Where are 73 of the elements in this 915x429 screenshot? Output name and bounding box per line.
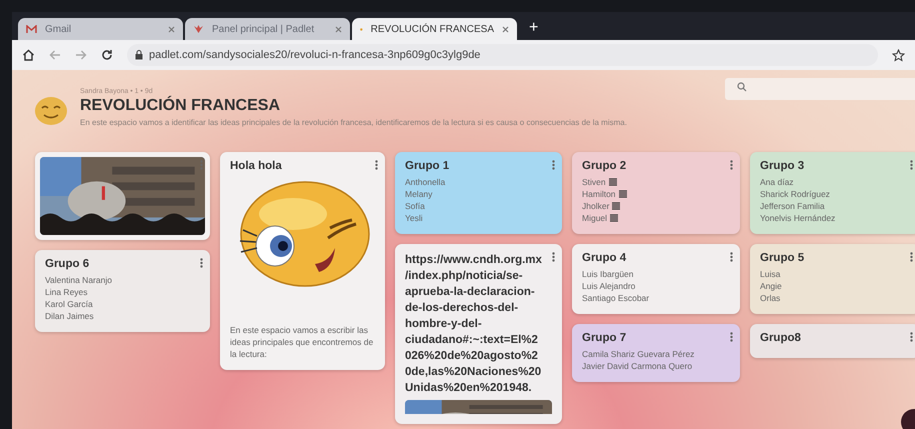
member-name: Luisa <box>760 268 780 280</box>
member-name: Jholker <box>582 200 610 212</box>
more-icon[interactable] <box>730 332 733 342</box>
member-name: Javier David Carmona Quero <box>582 360 692 372</box>
mail-icon <box>26 24 37 34</box>
more-icon[interactable] <box>552 252 555 262</box>
post-title: Grupo 5 <box>760 252 806 264</box>
member-name: Jefferson Familia <box>760 200 825 212</box>
post-card[interactable]: https://www.cndh.org.mx/index.php/noticia/se-aprueba-la-declaracion-de-los-derechos-del-hombre-y-del-ciudadano#:~:text=El%2026%20de%20agosto%20de,las%20Naciones%20Unidas%20en%201948. <box>395 244 562 424</box>
url-text: padlet.com/sandysociales20/revoluci-n-francesa-3np609g0c3ylg9de <box>149 49 480 61</box>
member-name: Yonelvis Hernández <box>760 212 836 224</box>
more-icon[interactable] <box>910 332 913 342</box>
member-name: Yesli <box>405 212 423 224</box>
address-bar[interactable]: padlet.com/sandysociales20/revoluci-n-francesa-3np609g0c3ylg9de <box>127 44 878 66</box>
member-name: Angie <box>760 280 782 292</box>
member-name: Lina Reyes <box>45 286 88 298</box>
member-name: Camila Shariz Guevara Pérez <box>582 348 694 360</box>
member-name: Sharick Rodríguez <box>760 188 830 200</box>
post-card[interactable]: Grupo 3 Ana díaz Sharick Rodríguez Jefferson Familia Yonelvis Hernández <box>750 152 915 234</box>
member-name: Anthonella <box>405 176 446 188</box>
member-name: Karol García <box>45 298 93 310</box>
link-text[interactable]: https://www.cndh.org.mx/index.php/noticia/se-aprueba-la-declaracion-de-los-derechos-del-hombre-y-del-ciudadano#:~:text=El%2026%20de%20agosto%20de,las%20Naciones%20Unidas%20en%201948. <box>405 252 552 396</box>
post-text: En este espacio vamos a escribir las ideas principales que encontremos de la lectura: <box>230 324 374 360</box>
post-card[interactable]: Grupo 6 Valentina Naranjo Lina Reyes Karol García Dilan Jaimes <box>35 250 210 332</box>
member-name: Luis Alejandro <box>582 280 636 292</box>
smiley-icon <box>34 96 68 126</box>
post-title: Grupo 4 <box>582 252 628 264</box>
more-icon[interactable] <box>910 160 913 170</box>
more-icon[interactable] <box>375 160 378 170</box>
post-title: Grupo 1 <box>405 160 450 172</box>
post-title: Grupo8 <box>760 332 802 344</box>
board-description: En este espacio vamos a identificar las ideas principales de la revolución francesa, identificaremos de la lectura si es causa o consecuencias de la misma. <box>80 118 627 127</box>
close-icon[interactable] <box>502 26 509 32</box>
close-icon[interactable] <box>335 26 342 32</box>
star-icon[interactable] <box>892 48 905 62</box>
close-icon[interactable] <box>168 26 175 32</box>
more-icon[interactable] <box>552 160 555 170</box>
member-name: Hamilton <box>582 188 616 200</box>
member-name: Sofía <box>405 200 425 212</box>
member-name: Orlas <box>760 292 780 304</box>
more-icon[interactable] <box>730 252 733 262</box>
post-card[interactable]: Grupo 7 Camila Shariz Guevara Pérez Javier David Carmona Quero <box>572 324 740 382</box>
post-title: Grupo 3 <box>760 160 806 172</box>
post-card[interactable]: Grupo 5 Luisa Angie Orlas <box>750 244 915 314</box>
member-name: Melany <box>405 188 432 200</box>
browser-tab[interactable]: REVOLUCIÓN FRANCESA <box>352 18 517 40</box>
post-card[interactable]: Grupo8 <box>750 324 915 358</box>
post-card[interactable]: Grupo 1 Anthonella Melany Sofía Yesli <box>395 152 562 234</box>
member-name: Luis Ibargüen <box>582 268 634 280</box>
post-card[interactable]: Grupo 4 Luis Ibargüen Luis Alejandro Santiago Escobar <box>572 244 740 314</box>
flower-icon <box>193 24 204 34</box>
more-icon[interactable] <box>730 160 733 170</box>
post-title: Grupo 6 <box>45 258 90 270</box>
member-name: Valentina Naranjo <box>45 274 112 286</box>
post-card[interactable]: Grupo 2 Stiven Hamilton Jholker Miguel <box>572 152 740 234</box>
reload-icon[interactable] <box>101 49 113 61</box>
post-title: Grupo 2 <box>582 160 628 172</box>
member-name: Miguel <box>582 212 608 224</box>
more-icon[interactable] <box>200 258 203 268</box>
search-icon <box>737 82 747 92</box>
search-field[interactable] <box>725 78 915 100</box>
member-name: Stiven <box>582 176 606 188</box>
lock-icon <box>135 50 143 60</box>
post-title: Grupo 7 <box>582 332 628 344</box>
home-icon[interactable] <box>22 49 35 61</box>
member-name: Santiago Escobar <box>582 292 650 304</box>
post-card[interactable]: Hola hola En este espacio vamos a escribir las ideas principales que encontremos de la lectura: <box>220 152 385 370</box>
new-tab-button[interactable]: + <box>529 19 538 37</box>
member-name: Dilan Jaimes <box>45 310 94 322</box>
post-title: Hola hola <box>230 160 283 172</box>
member-name: Ana díaz <box>760 176 794 188</box>
board-title: REVOLUCIÓN FRANCESA <box>80 97 282 115</box>
more-icon[interactable] <box>910 252 913 262</box>
